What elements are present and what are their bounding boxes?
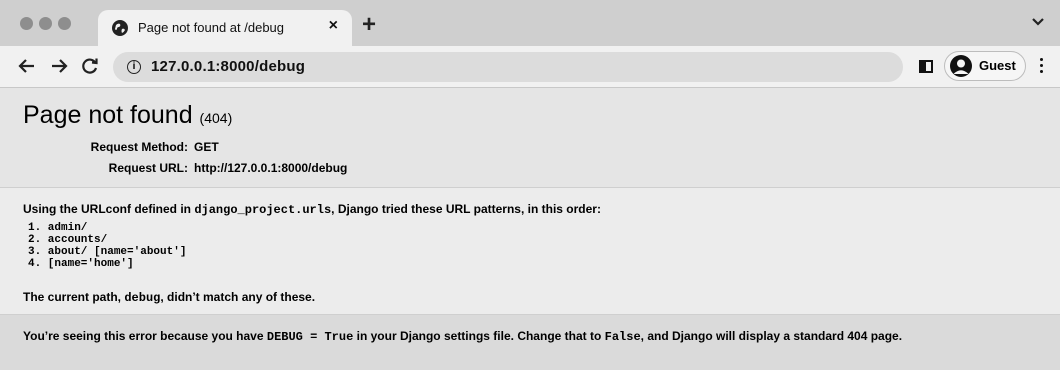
url-pattern-item: 3. about/ [name='about']: [28, 246, 187, 258]
info-section: Using the URLconf defined in django_proj…: [0, 188, 1060, 314]
forward-arrow-icon[interactable]: [48, 55, 70, 77]
close-tab-icon[interactable]: ×: [329, 17, 338, 35]
back-arrow-icon[interactable]: [16, 55, 38, 77]
urlconf-message: Using the URLconf defined in django_proj…: [23, 202, 601, 217]
urlconf-suffix: , Django tried these URL patterns, in th…: [331, 202, 601, 216]
urlconf-prefix: Using the URLconf defined in: [23, 202, 195, 216]
url-pattern-list: 1. admin/ 2. accounts/ 3. about/ [name='…: [28, 222, 186, 270]
url-pattern-item: 2. accounts/: [28, 234, 108, 246]
tab-title: Page not found at /debug: [138, 20, 285, 35]
debug-explanation: You’re seeing this error because you hav…: [23, 329, 902, 344]
request-method-value: GET: [194, 140, 219, 154]
url-pattern-item: 1. admin/: [28, 222, 88, 234]
request-method-row: Request Method: GET: [78, 140, 347, 161]
new-tab-button[interactable]: +: [362, 11, 376, 39]
maximize-window-button[interactable]: [58, 17, 71, 30]
false-value-code: False: [604, 330, 641, 344]
request-url-value: http://127.0.0.1:8000/debug: [194, 161, 348, 175]
page-title-text: Page not found: [23, 101, 193, 129]
explanation-section: You’re seeing this error because you hav…: [0, 314, 1060, 370]
current-path-suffix: , didn’t match any of these.: [160, 290, 316, 304]
request-method-label: Request Method:: [90, 140, 188, 154]
profile-label: Guest: [979, 58, 1016, 73]
tab-strip: Page not found at /debug × +: [0, 0, 1060, 46]
explanation-part-2: in your Django settings file. Change tha…: [353, 329, 605, 343]
url-text[interactable]: 127.0.0.1:8000/debug: [151, 58, 305, 75]
page-content: Page not found (404) Request Method: GET …: [0, 88, 1060, 370]
chevron-down-icon[interactable]: [1030, 14, 1046, 30]
profile-button[interactable]: Guest: [944, 51, 1026, 81]
explanation-part-1: You’re seeing this error because you hav…: [23, 329, 267, 343]
request-url-row: Request URL: http://127.0.0.1:8000/debug: [78, 161, 348, 182]
status-code: (404): [199, 110, 233, 126]
side-panel-icon[interactable]: [919, 60, 933, 73]
address-bar[interactable]: i 127.0.0.1:8000/debug: [113, 52, 903, 82]
active-tab[interactable]: Page not found at /debug ×: [98, 10, 352, 46]
explanation-part-3: , and Django will display a standard 404…: [640, 329, 903, 343]
globe-icon: [112, 20, 128, 36]
current-path-prefix: The current path,: [23, 290, 125, 304]
browser-window: Page not found at /debug × + i 127.0.0.1…: [0, 0, 1060, 370]
debug-setting-code: DEBUG = True: [266, 330, 354, 344]
avatar-icon: [950, 55, 972, 77]
browser-toolbar: i 127.0.0.1:8000/debug Guest: [0, 46, 1060, 88]
page-title: Page not found (404): [23, 101, 232, 130]
request-url-label: Request URL:: [108, 161, 188, 175]
close-window-button[interactable]: [20, 17, 33, 30]
urlconf-module: django_project.urls: [194, 203, 332, 217]
url-pattern-item: 4. [name='home']: [28, 258, 134, 270]
request-meta-table: Request Method: GET Request URL: http://12…: [78, 140, 348, 182]
current-path-message: The current path, debug, didn’t match an…: [23, 290, 315, 305]
more-menu-icon[interactable]: [1040, 58, 1044, 76]
site-info-icon[interactable]: i: [127, 60, 141, 74]
minimize-window-button[interactable]: [39, 17, 52, 30]
current-path: debug: [124, 291, 161, 305]
window-controls: [20, 17, 71, 30]
reload-icon[interactable]: [79, 55, 101, 77]
summary-section: Page not found (404) Request Method: GET …: [0, 88, 1060, 188]
